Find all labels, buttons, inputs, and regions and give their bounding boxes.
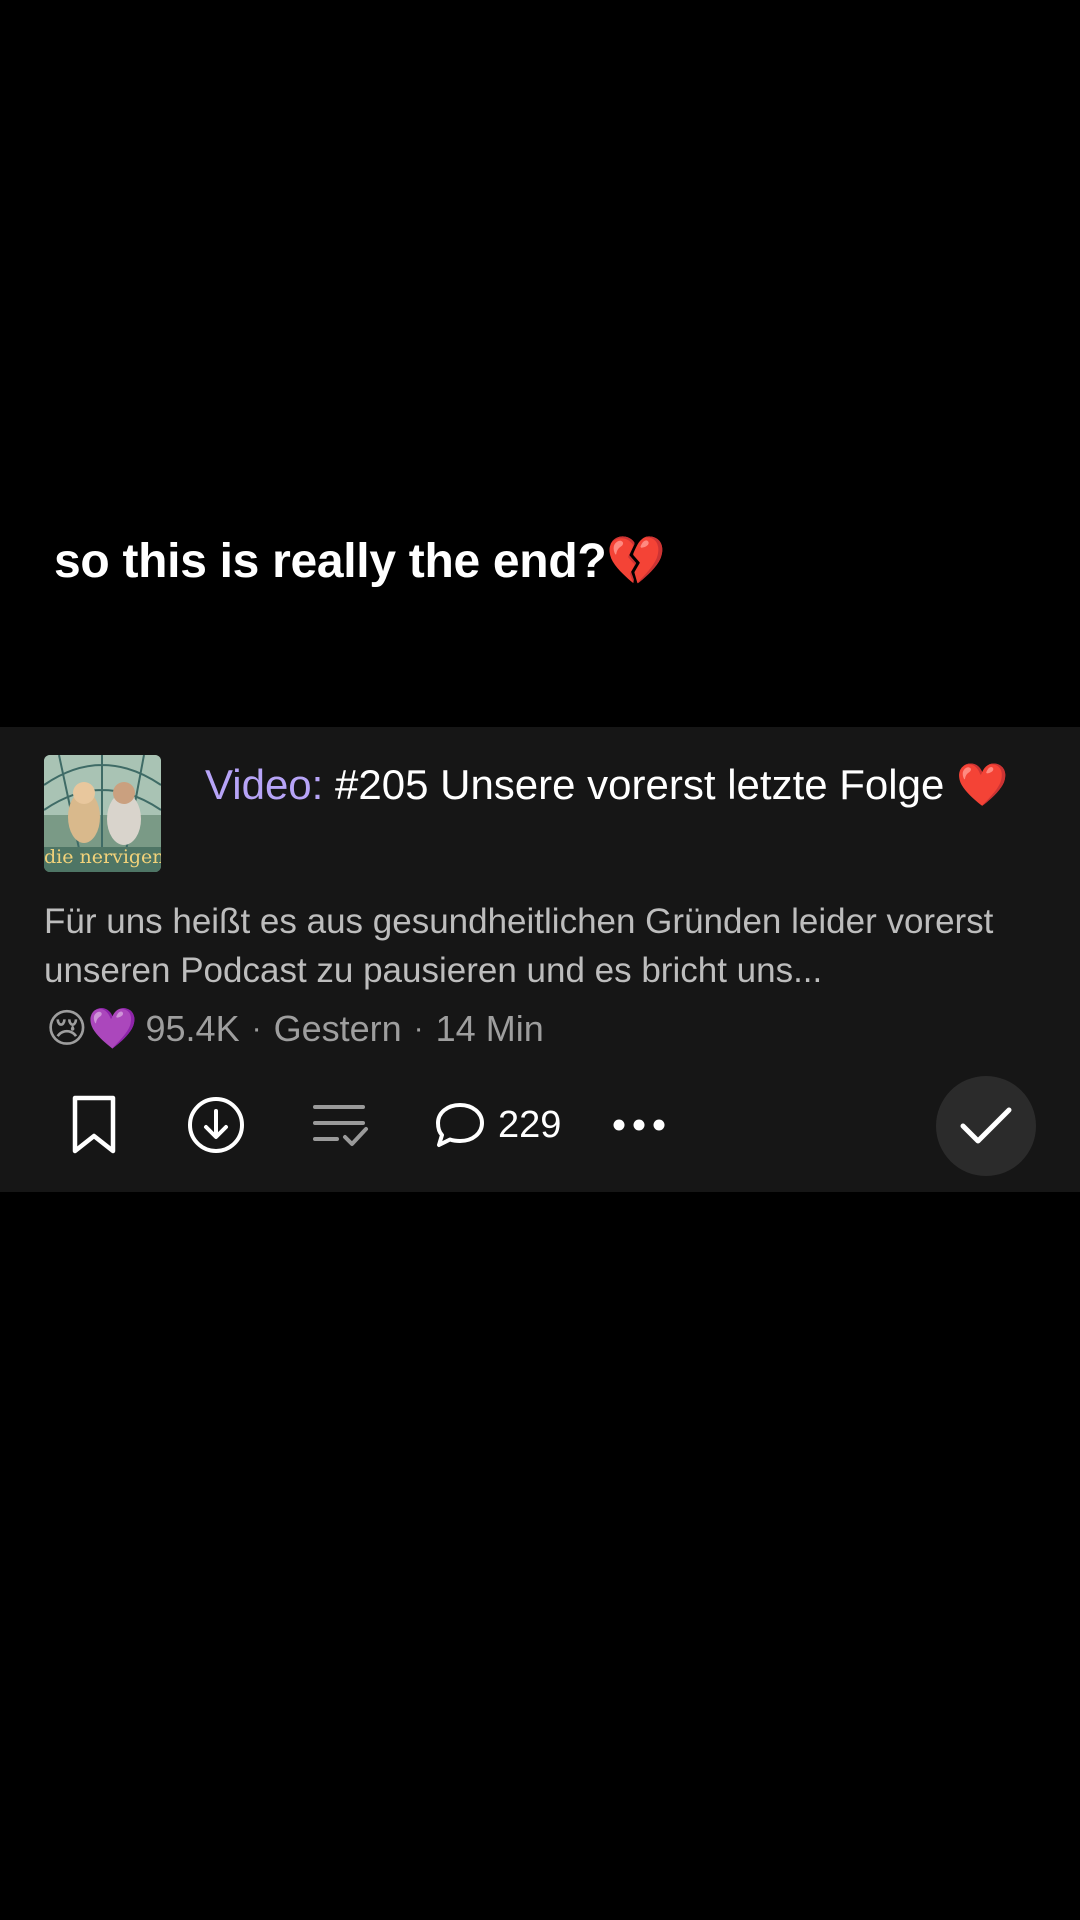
mark-as-played-button[interactable] bbox=[936, 1076, 1036, 1176]
reaction-emoji: 😢💜 bbox=[46, 1007, 138, 1051]
episode-thumbnail[interactable]: die nervigen bbox=[44, 755, 161, 872]
episode-description[interactable]: Für uns heißt es aus gesundheitlichen Gr… bbox=[44, 897, 1044, 995]
episode-title-text: #205 Unsere vorerst letzte Folge ❤️ bbox=[335, 761, 1009, 808]
comment-count: 229 bbox=[498, 1103, 562, 1146]
thumbnail-logo-text: die nervigen bbox=[44, 846, 161, 868]
meta-separator: · bbox=[251, 1012, 262, 1045]
reaction-count: 95.4K bbox=[145, 1008, 240, 1049]
episode-title[interactable]: Video: #205 Unsere vorerst letzte Folge … bbox=[205, 757, 1025, 813]
episode-duration: 14 Min bbox=[435, 1008, 544, 1049]
more-options-icon bbox=[613, 1119, 665, 1131]
episode-meta: 😢💜 95.4K · Gestern · 14 Min bbox=[46, 1003, 544, 1055]
comments-button[interactable]: 229 bbox=[434, 1101, 561, 1149]
episode-type-label: Video: bbox=[205, 761, 324, 808]
more-options-button[interactable] bbox=[612, 1117, 666, 1133]
add-to-queue-button[interactable] bbox=[313, 1101, 369, 1149]
meta-separator: · bbox=[413, 1012, 424, 1045]
download-icon bbox=[188, 1097, 244, 1153]
save-button[interactable] bbox=[68, 1094, 120, 1156]
video-caption: so this is really the end?💔 bbox=[54, 535, 666, 588]
episode-date: Gestern bbox=[273, 1008, 402, 1049]
episode-card[interactable]: die nervigen Video: #205 Unsere vorerst … bbox=[0, 727, 1080, 1192]
download-button[interactable] bbox=[187, 1096, 245, 1154]
bookmark-icon bbox=[72, 1095, 116, 1154]
checkmark-icon bbox=[960, 1107, 1012, 1144]
add-to-queue-icon bbox=[313, 1105, 368, 1146]
comment-icon bbox=[436, 1103, 484, 1147]
